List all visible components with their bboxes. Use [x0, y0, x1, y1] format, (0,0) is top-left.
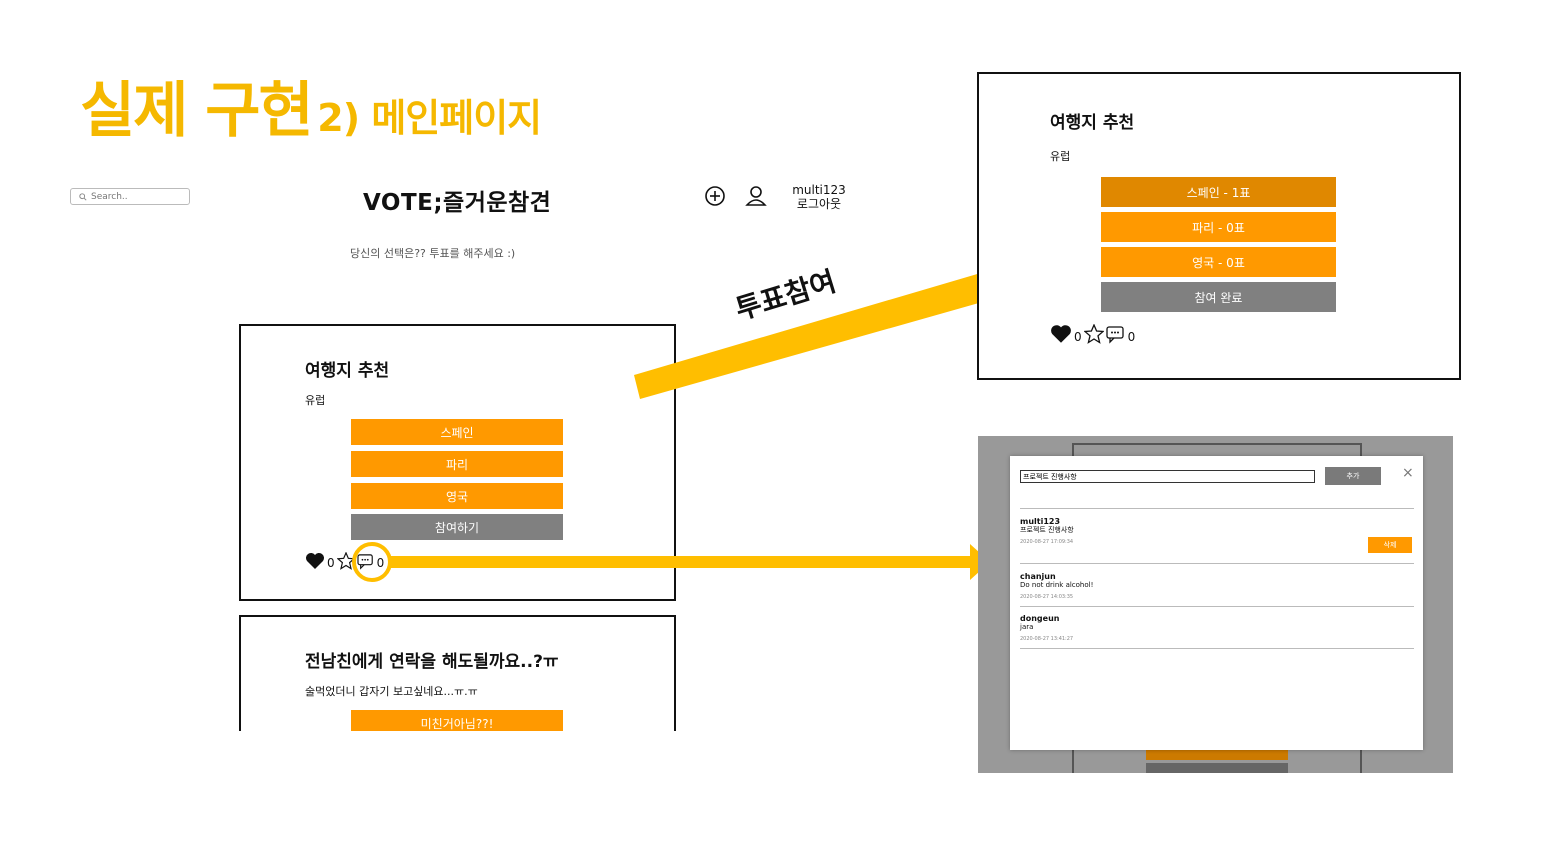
- comment-user: chanjun: [1020, 572, 1056, 581]
- comment-input[interactable]: [1020, 470, 1315, 483]
- star-icon[interactable]: [1083, 324, 1104, 344]
- heart-icon[interactable]: [1050, 324, 1072, 344]
- background-gray-button: [1146, 763, 1288, 773]
- comment-text: jara: [1020, 623, 1034, 631]
- comment-arrow: [390, 544, 990, 580]
- comment-text: Do not drink alcohol!: [1020, 581, 1094, 589]
- comment-modal: 추가 × multi123 프로젝트 진행사항 2020-08-27 17:09…: [1010, 456, 1423, 750]
- comment-icon[interactable]: [1105, 326, 1126, 344]
- like-count: 0: [1074, 330, 1082, 344]
- comment-date: 2020-08-27 17:09:34: [1020, 539, 1074, 545]
- comment-item: chanjun Do not drink alcohol! 2020-08-27…: [1020, 572, 1414, 607]
- poll-option-result: 파리 - 0표: [1101, 212, 1336, 242]
- poll-option-result: 영국 - 0표: [1101, 247, 1336, 277]
- comment-user: dongeun: [1020, 614, 1060, 623]
- add-comment-button[interactable]: 추가: [1325, 467, 1381, 485]
- comment-date: 2020-08-27 13:41:27: [1020, 636, 1074, 642]
- vote-arrow: [634, 242, 1034, 399]
- vote-complete-button: 참여 완료: [1101, 282, 1336, 312]
- comment-item: dongeun jara 2020-08-27 13:41:27: [1020, 614, 1414, 649]
- reaction-bar: 0 0: [1050, 324, 1135, 344]
- comment-user: multi123: [1020, 517, 1061, 526]
- comment-highlight-circle: [352, 542, 392, 582]
- divider: [1020, 508, 1414, 509]
- comment-item: multi123 프로젝트 진행사항 2020-08-27 17:09:34 삭…: [1020, 517, 1414, 564]
- comment-text: 프로젝트 진행사항: [1020, 526, 1074, 534]
- comment-count: 0: [1127, 330, 1136, 344]
- comment-date: 2020-08-27 14:03:35: [1020, 594, 1074, 600]
- poll-result-card: 여행지 추천 유럽 스페인 - 1표 파리 - 0표 영국 - 0표 참여 완료…: [977, 72, 1461, 380]
- close-icon[interactable]: ×: [1402, 465, 1414, 481]
- poll-option-result: 스페인 - 1표: [1101, 177, 1336, 207]
- poll-subtitle: 유럽: [1050, 150, 1071, 163]
- delete-comment-button[interactable]: 삭제: [1368, 537, 1412, 553]
- poll-title: 여행지 추천: [1050, 113, 1135, 133]
- comment-modal-overlay: 추가 × multi123 프로젝트 진행사항 2020-08-27 17:09…: [978, 436, 1453, 773]
